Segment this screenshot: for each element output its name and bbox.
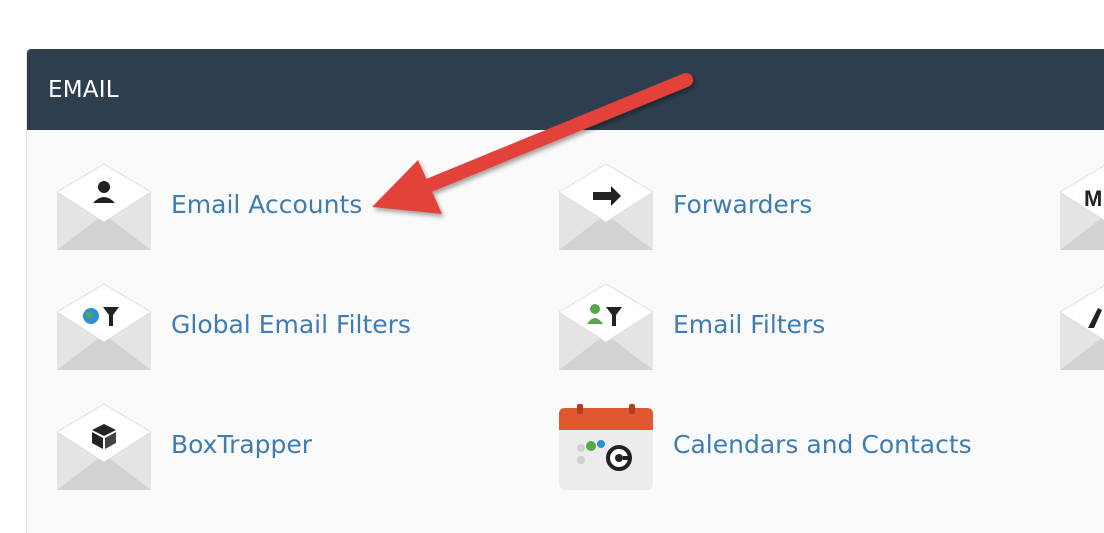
forwarders-link[interactable]: Forwarders: [557, 162, 837, 252]
global-email-filters-label: Global Email Filters: [171, 310, 411, 339]
box-envelope-icon: [55, 402, 153, 492]
panel-title: EMAIL: [48, 77, 119, 103]
arrow-right-envelope-icon: [557, 162, 655, 252]
email-accounts-link[interactable]: Email Accounts: [55, 162, 385, 252]
boxtrapper-label: BoxTrapper: [171, 430, 313, 459]
envelope-icon: [1058, 282, 1104, 372]
envelope-icon: M: [1058, 162, 1104, 252]
panel-header: EMAIL: [27, 49, 1104, 130]
forwarders-label: Forwarders: [673, 190, 813, 219]
partial-item-right-1[interactable]: M: [1058, 162, 1104, 252]
partial-icon-glyph: M: [1084, 186, 1102, 211]
boxtrapper-link[interactable]: BoxTrapper: [55, 402, 335, 492]
partial-item-right-2[interactable]: [1058, 282, 1104, 372]
email-accounts-label: Email Accounts: [171, 190, 363, 219]
user-envelope-icon: [55, 162, 153, 252]
calendars-contacts-link[interactable]: Calendars and Contacts: [557, 402, 997, 492]
email-filters-link[interactable]: Email Filters: [557, 282, 847, 372]
user-filter-envelope-icon: [557, 282, 655, 372]
globe-filter-envelope-icon: [55, 282, 153, 372]
calendar-icon: [557, 402, 655, 492]
email-filters-label: Email Filters: [673, 310, 826, 339]
global-email-filters-link[interactable]: Global Email Filters: [55, 282, 435, 372]
calendars-contacts-label: Calendars and Contacts: [673, 430, 972, 459]
